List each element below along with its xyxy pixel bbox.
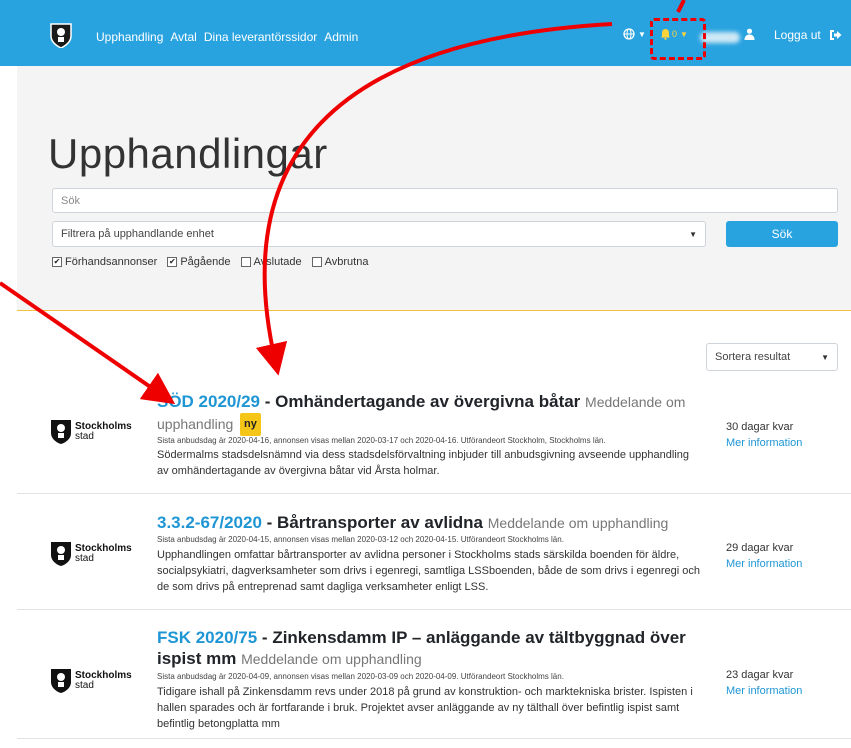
- chevron-down-icon: ▼: [821, 352, 829, 362]
- result-type: Meddelande om upphandling: [487, 515, 669, 531]
- org-name: Stockholms stad: [75, 543, 132, 564]
- new-badge: ny: [240, 413, 261, 436]
- nav-link-avtal[interactable]: Avtal: [170, 30, 196, 44]
- checkbox-avbrutna[interactable]: Avbrutna: [311, 256, 369, 268]
- chevron-down-icon: ▼: [689, 229, 697, 239]
- crest-icon: [51, 542, 71, 566]
- logout-link[interactable]: Logga ut: [774, 28, 842, 42]
- unit-filter-select[interactable]: Filtrera på upphandlande enhet ▼: [52, 221, 706, 247]
- result-meta: Sista anbudsdag är 2020-04-15, annonsen …: [157, 535, 564, 544]
- sort-results-select[interactable]: Sortera resultat ▼: [706, 343, 838, 371]
- days-left: 29 dagar kvar: [726, 542, 794, 554]
- sort-label: Sortera resultat: [715, 351, 791, 363]
- more-info-link[interactable]: Mer information: [726, 437, 802, 449]
- status-filters: ✔ Förhandsannonser ✔ Pågående Avslutade …: [52, 256, 368, 268]
- user-menu[interactable]: [744, 28, 755, 40]
- result-heading: Omhändertagande av övergivna båtar: [275, 392, 581, 411]
- top-navbar: Upphandling Avtal Dina leverantörssidor …: [0, 0, 851, 66]
- search-input[interactable]: [52, 188, 838, 213]
- checkbox-icon: ✔: [52, 257, 62, 267]
- crest-icon[interactable]: [50, 22, 72, 48]
- checkbox-label: Avslutade: [253, 256, 302, 268]
- result-description: Upphandlingen omfattar bårtransporter av…: [157, 549, 700, 593]
- page-title: Upphandlingar: [48, 130, 328, 177]
- main-nav: Upphandling Avtal Dina leverantörssidor …: [96, 30, 358, 44]
- more-info-link[interactable]: Mer information: [726, 558, 802, 570]
- org-name: Stockholms stad: [75, 670, 132, 691]
- checkbox-icon: [311, 257, 322, 267]
- globe-icon: [623, 28, 635, 40]
- result-meta: Sista anbudsdag är 2020-04-09, annonsen …: [157, 672, 564, 681]
- result-description: Tidigare ishall på Zinkensdamm revs unde…: [157, 686, 693, 730]
- crest-icon: [51, 669, 71, 693]
- org-name: Stockholms stad: [75, 421, 132, 442]
- days-left: 30 dagar kvar: [726, 421, 794, 433]
- org-logo: Stockholms stad: [50, 541, 132, 567]
- annotation-highlight-box: [650, 18, 706, 60]
- nav-link-upphandling[interactable]: Upphandling: [96, 30, 163, 44]
- crest-icon: [51, 420, 71, 444]
- result-reference-link[interactable]: FSK 2020/75: [157, 628, 257, 647]
- divider: [17, 493, 851, 494]
- org-logo: Stockholms stad: [50, 668, 132, 694]
- checkbox-label: Avbrutna: [324, 256, 369, 268]
- result-title: FSK 2020/75 - Zinkensdamm IP – anläggand…: [157, 628, 686, 668]
- chevron-down-icon: ▼: [638, 29, 646, 39]
- checkbox-avslutade[interactable]: Avslutade: [240, 256, 302, 268]
- result-meta: Sista anbudsdag är 2020-04-16, annonsen …: [157, 436, 606, 445]
- checkbox-label: Pågående: [180, 256, 231, 268]
- result-title: SÖD 2020/29 - Omhändertagande av övergiv…: [157, 391, 707, 436]
- user-icon: [744, 28, 755, 40]
- nav-link-admin[interactable]: Admin: [324, 30, 358, 44]
- checkbox-pagaende[interactable]: ✔ Pågående: [167, 256, 231, 268]
- more-info-link[interactable]: Mer information: [726, 685, 802, 697]
- checkbox-label: Förhandsannonser: [65, 256, 158, 268]
- search-button[interactable]: Sök: [726, 221, 838, 247]
- checkbox-icon: ✔: [167, 257, 178, 267]
- result-heading: Bårtransporter av avlidna: [277, 513, 484, 532]
- result-reference-link[interactable]: 3.3.2-67/2020: [157, 513, 262, 532]
- result-type: Meddelande om upphandling: [241, 651, 422, 667]
- days-left: 23 dagar kvar: [726, 669, 794, 681]
- divider: [17, 738, 851, 739]
- username-redacted: [700, 32, 740, 43]
- result-description: Södermalms stadsdelsnämnd via dess stads…: [157, 449, 689, 477]
- checkbox-forhandsannonser[interactable]: ✔ Förhandsannonser: [52, 256, 157, 268]
- language-menu[interactable]: ▼: [623, 28, 646, 40]
- divider: [17, 609, 851, 610]
- checkbox-icon: [240, 257, 251, 267]
- nav-link-leverantorssidor[interactable]: Dina leverantörssidor: [204, 30, 317, 44]
- org-logo: Stockholms stad: [50, 419, 132, 445]
- unit-filter-label: Filtrera på upphandlande enhet: [61, 228, 214, 240]
- logout-label: Logga ut: [774, 28, 821, 42]
- result-reference-link[interactable]: SÖD 2020/29: [157, 392, 260, 411]
- logout-icon: [829, 30, 842, 40]
- result-title: 3.3.2-67/2020 - Bårtransporter av avlidn…: [157, 513, 669, 532]
